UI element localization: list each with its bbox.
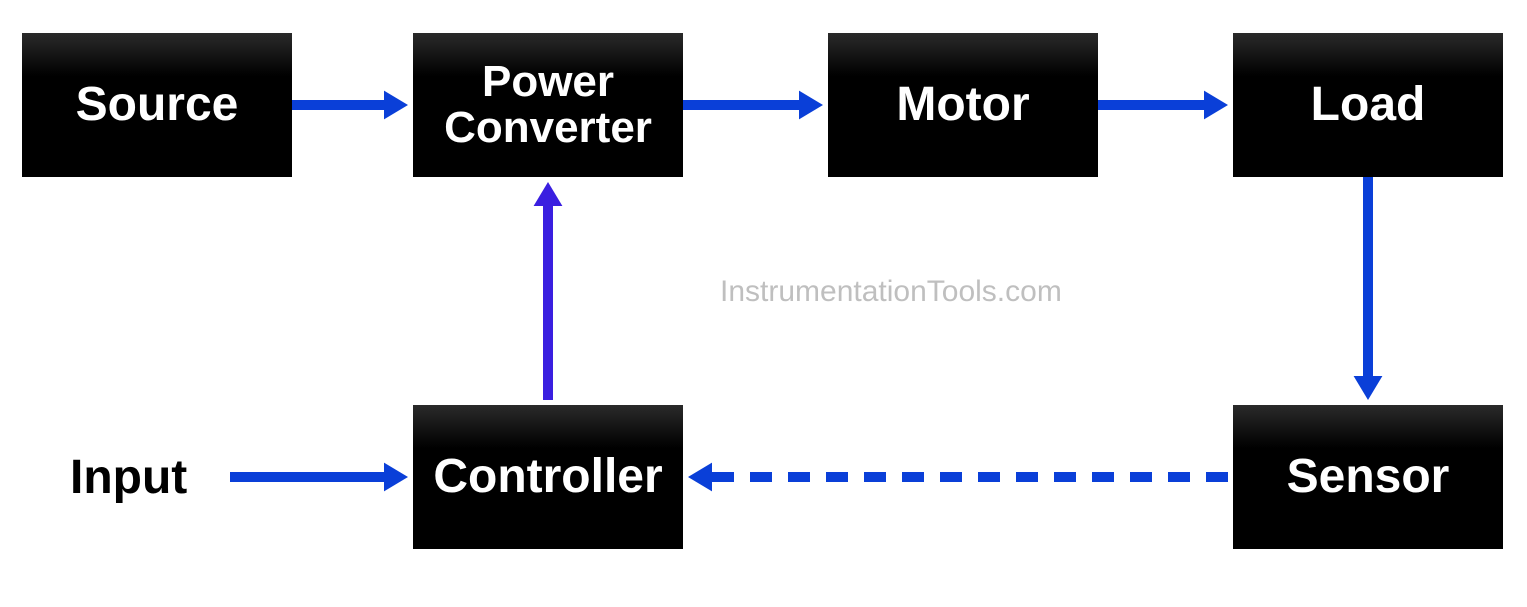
watermark-text: InstrumentationTools.com [720, 275, 1062, 309]
input-label: Input [70, 450, 187, 505]
arrow-controller-to-power [534, 182, 563, 400]
block-power-converter-label: PowerConverter [444, 59, 652, 151]
block-load: Load [1233, 33, 1503, 177]
block-controller: Controller [413, 405, 683, 549]
block-motor-label: Motor [896, 80, 1029, 130]
block-motor: Motor [828, 33, 1098, 177]
arrow-load-to-sensor [1354, 177, 1383, 400]
block-load-label: Load [1311, 80, 1426, 130]
arrow-input-to-controller [230, 463, 408, 492]
block-source: Source [22, 33, 292, 177]
block-source-label: Source [76, 80, 239, 130]
block-power-converter: PowerConverter [413, 33, 683, 177]
block-sensor: Sensor [1233, 405, 1503, 549]
arrow-source-to-power [292, 91, 408, 120]
arrow-motor-to-load [1098, 91, 1228, 120]
block-sensor-label: Sensor [1287, 452, 1450, 502]
arrow-power-to-motor [683, 91, 823, 120]
arrow-sensor-to-controller [688, 463, 1228, 492]
block-controller-label: Controller [433, 452, 662, 502]
